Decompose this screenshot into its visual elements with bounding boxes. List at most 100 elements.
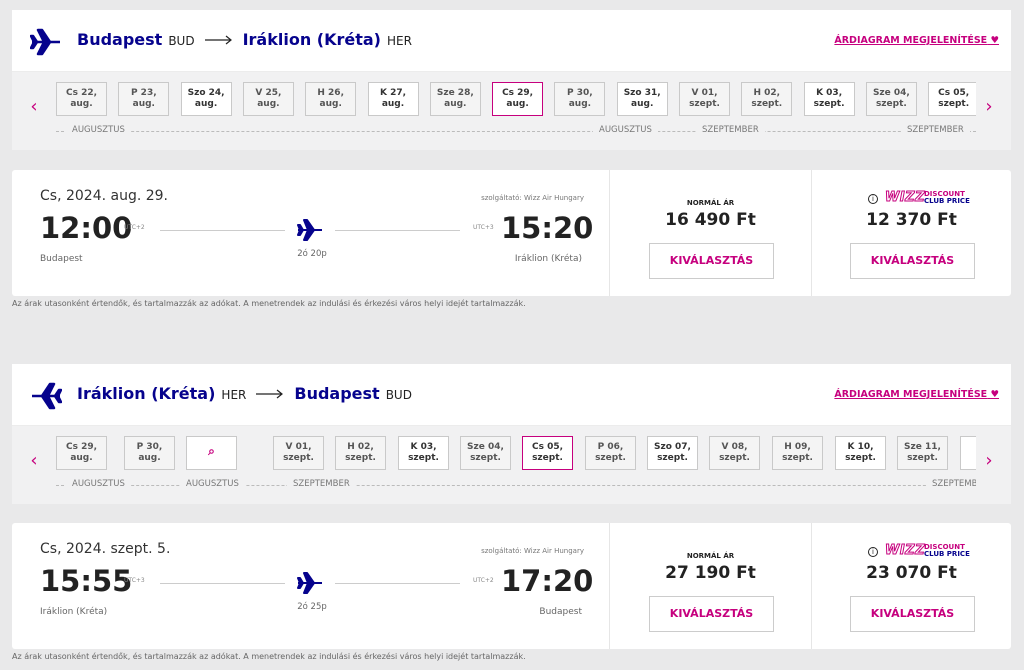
date-option[interactable]: Cs 29, aug. — [492, 82, 544, 116]
carrier-label: szolgáltató: Wizz Air Hungary — [481, 547, 584, 555]
date-day: H 02, — [347, 442, 374, 452]
date-option[interactable]: Cs 05, szept. — [522, 436, 573, 470]
inbound-flight-card: Cs, 2024. szept. 5. szolgáltató: Wizz Ai… — [12, 523, 1011, 649]
origin-code: BUD — [168, 34, 195, 48]
arrival-place: Iráklion (Kréta) — [514, 254, 582, 264]
flight-line — [335, 583, 460, 584]
select-club-button[interactable]: KIVÁLASZTÁS — [850, 243, 975, 279]
departure-time: 12:00 — [40, 211, 133, 245]
info-icon[interactable]: i — [868, 547, 878, 557]
info-icon[interactable]: i — [868, 194, 878, 204]
month-label: SZEPTEMBER — [696, 125, 765, 135]
date-selector: ‹ Cs 22, aug. P 23, aug. Szo 24, aug. V 25, aug… — [12, 72, 1011, 150]
date-option[interactable]: Szo 31, aug. — [616, 82, 668, 116]
date-month: szept. — [657, 453, 688, 463]
date-month: aug. — [631, 99, 654, 109]
route-title: Budapest BUD Iráklion (Kréta) HER — [77, 30, 412, 49]
date-day: Szo 07, — [654, 442, 691, 452]
route-header: Budapest BUD Iráklion (Kréta) HER ÁRDIAG… — [12, 10, 1011, 72]
date-day: K 10, — [847, 442, 874, 452]
date-option[interactable]: H 02, szept. — [335, 436, 386, 470]
date-strip: Cs 22, aug. P 23, aug. Szo 24, aug. V 25, aug. H… — [56, 82, 976, 118]
date-month: szept. — [719, 453, 750, 463]
date-month: szept. — [813, 99, 845, 109]
inbound-route-panel: Iráklion (Kréta) HER Budapest BUD ÁRDIAG… — [12, 364, 1011, 504]
date-month: szept. — [408, 453, 439, 463]
route-title: Iráklion (Kréta) HER Budapest BUD — [77, 384, 412, 403]
departure-utc: UTC+3 — [124, 577, 145, 584]
date-month: szept. — [875, 99, 907, 109]
date-option[interactable]: H 26, aug. — [305, 82, 357, 116]
date-option[interactable]: Cs 22, aug. — [56, 82, 107, 116]
date-option[interactable]: Cs: — [960, 436, 976, 470]
wizz-logo: WIZZ — [884, 190, 926, 206]
chevron-right-icon[interactable]: › — [981, 98, 997, 118]
departure-utc: UTC+2 — [124, 224, 145, 231]
flight-date: Cs, 2024. aug. 29. — [40, 188, 169, 204]
chevron-left-icon[interactable]: ‹ — [26, 98, 42, 118]
select-club-button[interactable]: KIVÁLASZTÁS — [850, 596, 975, 632]
date-option[interactable]: H 02, szept. — [741, 82, 793, 116]
date-option[interactable]: Sze 04, szept. — [865, 82, 917, 116]
normal-price-label: NORMÁL ÁR — [686, 552, 735, 560]
search-icon: ⌕ — [208, 444, 215, 458]
date-option[interactable]: Cs 05, szept. — [928, 82, 976, 116]
wizz-logo: WIZZ — [884, 543, 926, 559]
date-day: K 27, — [379, 88, 407, 98]
club-line2: CLUB PRICE — [924, 197, 970, 205]
date-option[interactable]: K 10, szept. — [835, 436, 886, 470]
date-month: szept. — [782, 453, 813, 463]
origin-city: Budapest — [77, 30, 163, 49]
date-day: V 01, — [691, 88, 718, 98]
date-option[interactable]: K 27, aug. — [367, 82, 419, 116]
date-option[interactable]: H 09, szept. — [772, 436, 823, 470]
date-day: Cs 05, — [531, 442, 564, 452]
flight-line — [160, 583, 285, 584]
date-option[interactable]: Sze 28, aug. — [429, 82, 481, 116]
normal-price-column: NORMÁL ÁR 27 190 Ft KIVÁLASZTÁS — [609, 523, 811, 649]
date-month: szept. — [907, 453, 938, 463]
date-option[interactable]: P 23, aug. — [118, 82, 170, 116]
arrival-utc: UTC+3 — [473, 224, 494, 231]
date-month: aug. — [257, 99, 280, 109]
date-month: szept. — [845, 453, 876, 463]
date-search-button[interactable]: ⌕ — [186, 436, 237, 470]
date-option[interactable]: Szo 24, aug. — [180, 82, 232, 116]
date-option[interactable]: P 30, aug. — [124, 436, 175, 470]
date-day: K 03, — [816, 88, 843, 98]
date-option[interactable]: Sze 11, szept. — [897, 436, 948, 470]
date-option[interactable]: V 01, szept. — [273, 436, 324, 470]
plane-icon — [30, 28, 60, 56]
chevron-left-icon[interactable]: ‹ — [26, 452, 42, 472]
select-normal-button[interactable]: KIVÁLASZTÁS — [649, 596, 774, 632]
date-month: aug. — [381, 99, 405, 109]
date-month: aug. — [70, 453, 93, 463]
date-option[interactable]: V 01, szept. — [679, 82, 730, 116]
date-option[interactable]: P 30, aug. — [554, 82, 606, 116]
select-normal-button[interactable]: KIVÁLASZTÁS — [649, 243, 774, 279]
date-option[interactable]: K 03, szept. — [803, 82, 855, 116]
date-day: H 02, — [753, 88, 781, 98]
route-header: Iráklion (Kréta) HER Budapest BUD ÁRDIAG… — [12, 364, 1011, 426]
date-month: aug. — [70, 99, 93, 109]
date-option[interactable]: V 25, aug. — [242, 82, 294, 116]
price-chart-link[interactable]: ÁRDIAGRAM MEGJELENÍTÉSE ♥ — [834, 35, 999, 46]
date-option[interactable]: K 03, szept. — [398, 436, 449, 470]
price-chart-link[interactable]: ÁRDIAGRAM MEGJELENÍTÉSE ♥ — [834, 389, 999, 400]
date-option[interactable]: Szo 07, szept. — [647, 436, 698, 470]
destination-code: BUD — [385, 388, 412, 402]
date-option[interactable]: P 06, szept. — [585, 436, 636, 470]
normal-price: 16 490 Ft — [665, 210, 756, 230]
chevron-right-icon[interactable]: › — [981, 452, 997, 472]
date-day: P 30, — [567, 88, 593, 98]
date-option[interactable]: Cs 29, aug. — [56, 436, 107, 470]
date-option[interactable]: Sze 04, szept. — [460, 436, 511, 470]
plane-icon — [32, 382, 62, 410]
arrival-utc: UTC+2 — [473, 577, 494, 584]
date-selector: ‹ Cs 29, aug. P 30, aug. ⌕ V 01, szept. H 02, sz… — [12, 426, 1011, 504]
price-chart-link-label: ÁRDIAGRAM MEGJELENÍTÉSE — [834, 389, 988, 400]
carrier-label: szolgáltató: Wizz Air Hungary — [481, 194, 584, 202]
departure-place: Budapest — [40, 254, 83, 264]
normal-price: 27 190 Ft — [665, 563, 756, 583]
date-option[interactable]: V 08, szept. — [709, 436, 760, 470]
